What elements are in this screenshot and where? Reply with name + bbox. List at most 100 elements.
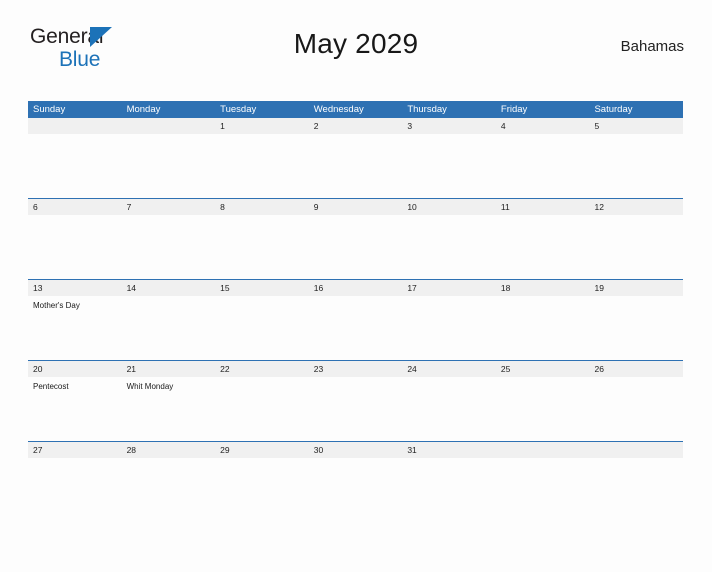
day-number[interactable]: 18 [496, 280, 590, 296]
calendar-week-row: 20 21 22 23 24 25 26 Pentecost Whit Monday [28, 360, 683, 441]
day-cell[interactable] [402, 134, 496, 198]
week-event-band: Mother's Day [28, 296, 683, 360]
day-cell[interactable] [496, 458, 590, 462]
day-number[interactable]: 6 [28, 199, 122, 215]
day-number[interactable]: 25 [496, 361, 590, 377]
calendar-week-row: 12345 [28, 118, 683, 198]
day-cell[interactable] [496, 377, 590, 441]
day-cell[interactable] [28, 134, 122, 198]
day-cell[interactable] [215, 377, 309, 441]
day-cell[interactable] [122, 134, 216, 198]
day-number-empty [28, 118, 122, 134]
calendar-week-row: 6 7 8 9 10 11 12 [28, 198, 683, 279]
day-cell[interactable] [215, 296, 309, 360]
week-date-band: 27 28 29 30 31 [28, 441, 683, 458]
day-number[interactable]: 17 [402, 280, 496, 296]
day-cell[interactable] [215, 215, 309, 279]
day-number-empty [589, 442, 683, 458]
holiday-label: Mother's Day [33, 301, 80, 310]
weekday-header-tuesday: Tuesday [220, 104, 257, 115]
day-number[interactable]: 30 [309, 442, 403, 458]
day-cell[interactable] [496, 134, 590, 198]
day-number[interactable]: 26 [589, 361, 683, 377]
page-title: May 2029 [293, 28, 419, 59]
day-number[interactable]: 2 [309, 118, 403, 134]
day-cell[interactable] [28, 458, 122, 462]
day-cell[interactable] [309, 134, 403, 198]
day-number[interactable]: 19 [589, 280, 683, 296]
week-event-band [28, 134, 683, 198]
page-header: General Blue May 2029 Bahamas [28, 22, 684, 76]
day-number[interactable]: 7 [122, 199, 216, 215]
week-date-band: 12345 [28, 118, 683, 134]
week-date-band: 20 21 22 23 24 25 26 [28, 360, 683, 377]
holiday-label: Whit Monday [126, 382, 174, 391]
day-number[interactable]: 14 [122, 280, 216, 296]
day-cell[interactable] [402, 458, 496, 462]
day-number[interactable]: 10 [402, 199, 496, 215]
day-cell[interactable] [589, 134, 683, 198]
week-date-band: 13 14 15 16 17 18 19 [28, 279, 683, 296]
day-cell[interactable] [496, 296, 590, 360]
day-number[interactable]: 20 [28, 361, 122, 377]
day-number[interactable]: 9 [309, 199, 403, 215]
day-number[interactable]: 31 [402, 442, 496, 458]
day-cell[interactable] [402, 215, 496, 279]
day-cell[interactable] [309, 215, 403, 279]
week-date-band: 6 7 8 9 10 11 12 [28, 198, 683, 215]
day-cell[interactable] [215, 134, 309, 198]
day-number[interactable]: 27 [28, 442, 122, 458]
weekday-header-sunday: Sunday [33, 104, 66, 115]
week-event-band: Pentecost Whit Monday [28, 377, 683, 441]
day-number[interactable]: 24 [402, 361, 496, 377]
day-number[interactable]: 3 [402, 118, 496, 134]
day-cell[interactable] [402, 377, 496, 441]
weekday-header-wednesday: Wednesday [313, 104, 364, 115]
weekday-header-friday: Friday [500, 104, 528, 115]
day-cell[interactable] [309, 377, 403, 441]
day-number[interactable]: 8 [215, 199, 309, 215]
day-number[interactable]: 11 [496, 199, 590, 215]
day-number[interactable]: 29 [215, 442, 309, 458]
calendar-week-row: 13 14 15 16 17 18 19 Mother's Day [28, 279, 683, 360]
day-number[interactable]: 13 [28, 280, 122, 296]
day-cell[interactable] [309, 458, 403, 462]
day-number[interactable]: 21 [122, 361, 216, 377]
weekday-header-row: Sunday Monday Tuesday Wednesday Thursday… [28, 101, 683, 118]
day-cell[interactable] [28, 215, 122, 279]
day-cell[interactable] [122, 458, 216, 462]
day-cell[interactable]: Mother's Day [28, 296, 122, 360]
day-number[interactable]: 12 [589, 199, 683, 215]
day-number-empty [122, 118, 216, 134]
day-cell[interactable] [402, 296, 496, 360]
day-number[interactable]: 22 [215, 361, 309, 377]
day-cell[interactable] [496, 215, 590, 279]
day-cell[interactable] [122, 215, 216, 279]
day-cell[interactable]: Whit Monday [122, 377, 216, 441]
calendar-grid: Sunday Monday Tuesday Wednesday Thursday… [28, 101, 683, 458]
day-number[interactable]: 16 [309, 280, 403, 296]
calendar-weeks: 1 2 3 4 5 6 7 8 9 10 11 12 13 14 15 16 17 18 19 Mother's Da… [28, 118, 683, 458]
day-number[interactable]: 23 [309, 361, 403, 377]
weekday-header-thursday: Thursday [407, 104, 447, 115]
day-cell[interactable] [589, 458, 683, 462]
weekday-header-saturday: Saturday [594, 104, 633, 115]
holiday-label: Pentecost [33, 382, 69, 391]
day-cell[interactable] [589, 215, 683, 279]
day-cell[interactable] [589, 296, 683, 360]
day-number[interactable]: 1 [215, 118, 309, 134]
calendar-week-row: 27 28 29 30 31 [28, 441, 683, 458]
day-cell[interactable]: Pentecost [28, 377, 122, 441]
day-cell[interactable] [122, 296, 216, 360]
week-event-band [28, 215, 683, 279]
day-cell[interactable] [589, 377, 683, 441]
day-cell[interactable] [309, 296, 403, 360]
weekday-header-monday: Monday [126, 104, 161, 115]
day-number[interactable]: 4 [496, 118, 590, 134]
day-number[interactable]: 28 [122, 442, 216, 458]
day-number[interactable]: 5 [589, 118, 683, 134]
region-label: Bahamas [620, 38, 684, 55]
day-cell[interactable] [215, 458, 309, 462]
day-number-empty [496, 442, 590, 458]
day-number[interactable]: 15 [215, 280, 309, 296]
